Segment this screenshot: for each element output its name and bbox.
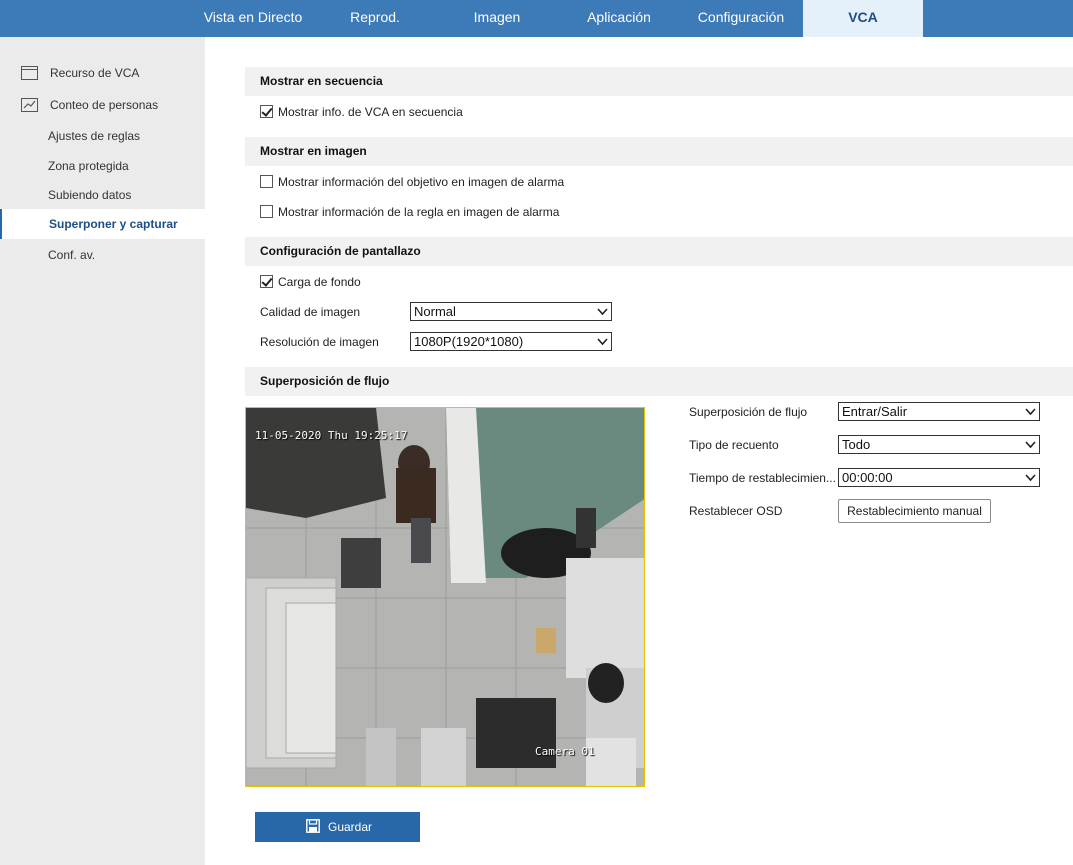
section-header-snapshot: Configuración de pantallazo (245, 237, 1073, 266)
sidebar-item-label: Ajustes de reglas (48, 129, 141, 143)
reset-time-select[interactable]: 00:00:00 (838, 468, 1040, 487)
section-header-image: Mostrar en imagen (245, 137, 1073, 166)
camera-scene-image (246, 408, 644, 786)
reset-time-label: Tiempo de restablecimien... (689, 471, 836, 485)
quality-label: Calidad de imagen (260, 305, 361, 319)
reset-osd-label: Restablecer OSD (689, 504, 783, 518)
window-icon (21, 66, 38, 80)
vca-info-in-stream-row: Mostrar info. de VCA en secuencia (260, 102, 660, 122)
sidebar-item-label: Superponer y capturar (49, 217, 178, 231)
top-nav-bar: Vista en Directo Reprod. Imagen Aplicaci… (0, 0, 1073, 37)
save-button-label: Guardar (328, 820, 373, 834)
sidebar-item-label: Recurso de VCA (50, 66, 140, 80)
sidebar-item-label: Zona protegida (48, 159, 129, 173)
chevron-down-icon (1025, 441, 1036, 449)
rule-info-row: Mostrar información de la regla en image… (260, 202, 760, 222)
chevron-down-icon (1025, 408, 1036, 416)
sidebar-item-overlay-capture[interactable]: Superponer y capturar (0, 209, 205, 239)
tab-vca[interactable]: VCA (803, 0, 923, 37)
count-type-select[interactable]: Todo (838, 435, 1040, 454)
manual-reset-button[interactable]: Restablecimiento manual (838, 499, 991, 523)
flow-overlay-select[interactable]: Entrar/Salir (838, 402, 1040, 421)
sidebar-item-protected-zone[interactable]: Zona protegida (0, 151, 205, 181)
chart-icon (21, 98, 38, 112)
background-upload-row: Carga de fondo (260, 272, 560, 292)
tab-configuration[interactable]: Configuración (680, 0, 802, 37)
sidebar-item-label: Conteo de personas (50, 98, 159, 112)
count-type-label: Tipo de recuento (689, 438, 779, 452)
chevron-down-icon (597, 338, 608, 346)
tab-image[interactable]: Imagen (436, 0, 558, 37)
sidebar-item-label: Subiendo datos (48, 188, 132, 202)
camera-preview: 11-05-2020 Thu 19:25:17 Camera 01 (245, 407, 645, 787)
flow-overlay-label: Superposición de flujo (689, 405, 808, 419)
target-info-label: Mostrar información del objetivo en imag… (278, 175, 565, 189)
vca-info-checkbox[interactable] (260, 105, 273, 118)
save-button[interactable]: Guardar (255, 812, 420, 842)
tab-playback[interactable]: Reprod. (314, 0, 436, 37)
target-info-row: Mostrar información del objetivo en imag… (260, 172, 760, 192)
flow-overlay-value: Entrar/Salir (842, 404, 908, 419)
sidebar-item-data-upload[interactable]: Subiendo datos (0, 180, 205, 210)
rule-info-checkbox[interactable] (260, 205, 273, 218)
chevron-down-icon (597, 308, 608, 316)
osd-timestamp: 11-05-2020 Thu 19:25:17 (255, 429, 408, 442)
quality-select[interactable]: Normal (410, 302, 612, 321)
sidebar-item-advanced-config[interactable]: Conf. av. (0, 240, 205, 270)
count-type-value: Todo (842, 437, 871, 452)
sidebar-item-label: Conf. av. (48, 248, 96, 262)
resolution-select[interactable]: 1080P(1920*1080) (410, 332, 612, 351)
sidebar-item-rule-settings[interactable]: Ajustes de reglas (0, 121, 205, 151)
vca-info-label: Mostrar info. de VCA en secuencia (278, 105, 463, 119)
quality-value: Normal (414, 304, 456, 319)
resolution-label: Resolución de imagen (260, 335, 379, 349)
reset-time-value: 00:00:00 (842, 470, 893, 485)
resolution-value: 1080P(1920*1080) (414, 334, 524, 349)
sidebar: Recurso de VCA Conteo de personas Ajuste… (0, 37, 205, 865)
chevron-down-icon (1025, 474, 1036, 482)
section-header-stream: Mostrar en secuencia (245, 67, 1073, 96)
sidebar-item-vca-resource[interactable]: Recurso de VCA (0, 58, 205, 88)
background-upload-checkbox[interactable] (260, 275, 273, 288)
background-upload-label: Carga de fondo (278, 275, 361, 289)
sidebar-item-people-counting[interactable]: Conteo de personas (0, 90, 205, 120)
floppy-disk-icon (306, 819, 320, 833)
rule-info-label: Mostrar información de la regla en image… (278, 205, 560, 219)
target-info-checkbox[interactable] (260, 175, 273, 188)
tab-application[interactable]: Aplicación (558, 0, 680, 37)
osd-camera-name: Camera 01 (535, 745, 595, 758)
section-header-overlay: Superposición de flujo (245, 367, 1073, 396)
tab-live-view[interactable]: Vista en Directo (192, 0, 314, 37)
